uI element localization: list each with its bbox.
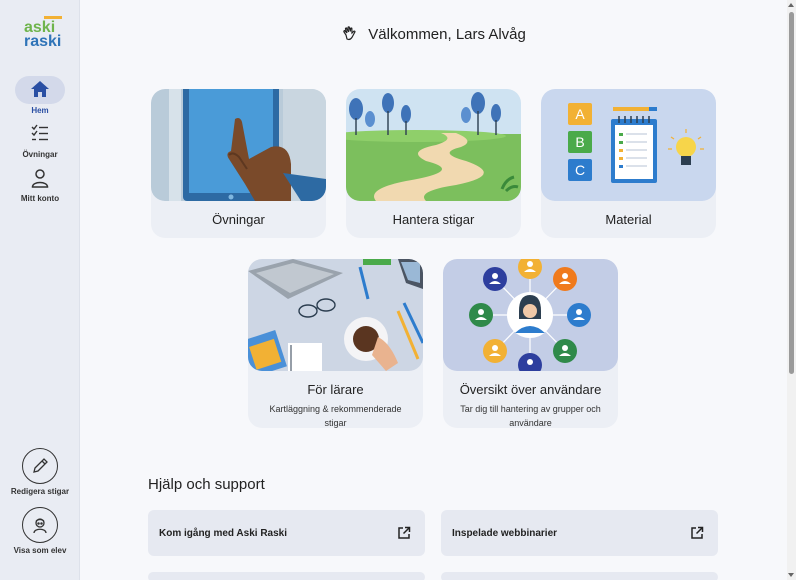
card-title: Material [605,212,652,227]
card-image-paths [346,89,521,201]
welcome-heading: Välkommen, Lars Alvåg [81,26,787,43]
edit-paths-label: Redigera stigar [10,487,70,496]
card-subtitle: Tar dig till hantering av grupper och an… [460,404,601,428]
scroll-down-arrow-icon[interactable] [788,573,794,577]
student-icon [22,507,58,543]
card-title: Översikt över användare [459,382,602,397]
welcome-text: Välkommen, Lars Alvåg [368,26,526,43]
user-icon [15,164,65,192]
link-card-partial[interactable] [441,572,718,580]
scrollbar-thumb[interactable] [789,12,794,374]
svg-text:A: A [575,106,585,122]
view-as-student-label: Visa som elev [13,546,67,555]
card-subtitle: Kartläggning & rekommenderade stigar [269,404,402,428]
link-recorded-webinars[interactable]: Inspelade webbinarier [441,510,718,556]
card-title: Övningar [212,212,265,227]
card-hantera-stigar[interactable]: Hantera stigar [346,89,521,238]
waving-hand-icon [343,26,356,41]
card-image-teacher-desk [248,259,423,371]
svg-text:B: B [575,134,584,150]
card-material[interactable]: A B C Material [541,89,716,238]
sidebar-item-label: Mitt konto [20,194,60,203]
card-title: För lärare [307,382,364,397]
card-for-larare[interactable]: För lärare Kartläggning & rekommenderade… [248,259,423,428]
card-image-material: A B C [541,89,716,201]
vertical-scrollbar[interactable] [787,0,796,580]
sidebar-item-mitt-konto[interactable]: Mitt konto [0,164,80,203]
checklist-icon [15,120,65,148]
sidebar-item-label: Övningar [22,150,58,159]
link-card-partial[interactable] [148,572,425,580]
sidebar-item-hem[interactable]: Hem [0,76,80,115]
sidebar-item-ovningar[interactable]: Övningar [0,120,80,159]
card-title: Hantera stigar [392,212,475,227]
link-getting-started[interactable]: Kom igång med Aski Raski [148,510,425,556]
pencil-icon [22,448,58,484]
aski-raski-logo[interactable]: aski raski [24,16,62,50]
view-as-student-button[interactable]: Visa som elev [0,507,80,555]
help-section-title: Hjälp och support [148,476,265,493]
logo-line2: raski [24,33,62,50]
external-link-icon [398,526,411,539]
card-image-user-network [443,259,618,371]
external-link-icon [691,526,704,539]
sidebar: aski raski Hem Övningar Mitt konto Redig… [0,0,80,580]
main-content: Välkommen, Lars Alvåg Övningar Hantera s… [81,0,787,580]
sidebar-item-label: Hem [31,106,49,115]
card-image-tablet [151,89,326,201]
card-ovningar[interactable]: Övningar [151,89,326,238]
card-oversikt-anvandare[interactable]: Översikt över användare Tar dig till han… [443,259,618,428]
home-icon [15,76,65,104]
edit-paths-button[interactable]: Redigera stigar [0,448,80,496]
scroll-up-arrow-icon[interactable] [788,3,794,7]
link-label: Inspelade webbinarier [452,527,558,539]
link-label: Kom igång med Aski Raski [159,527,287,539]
svg-text:C: C [575,162,585,178]
